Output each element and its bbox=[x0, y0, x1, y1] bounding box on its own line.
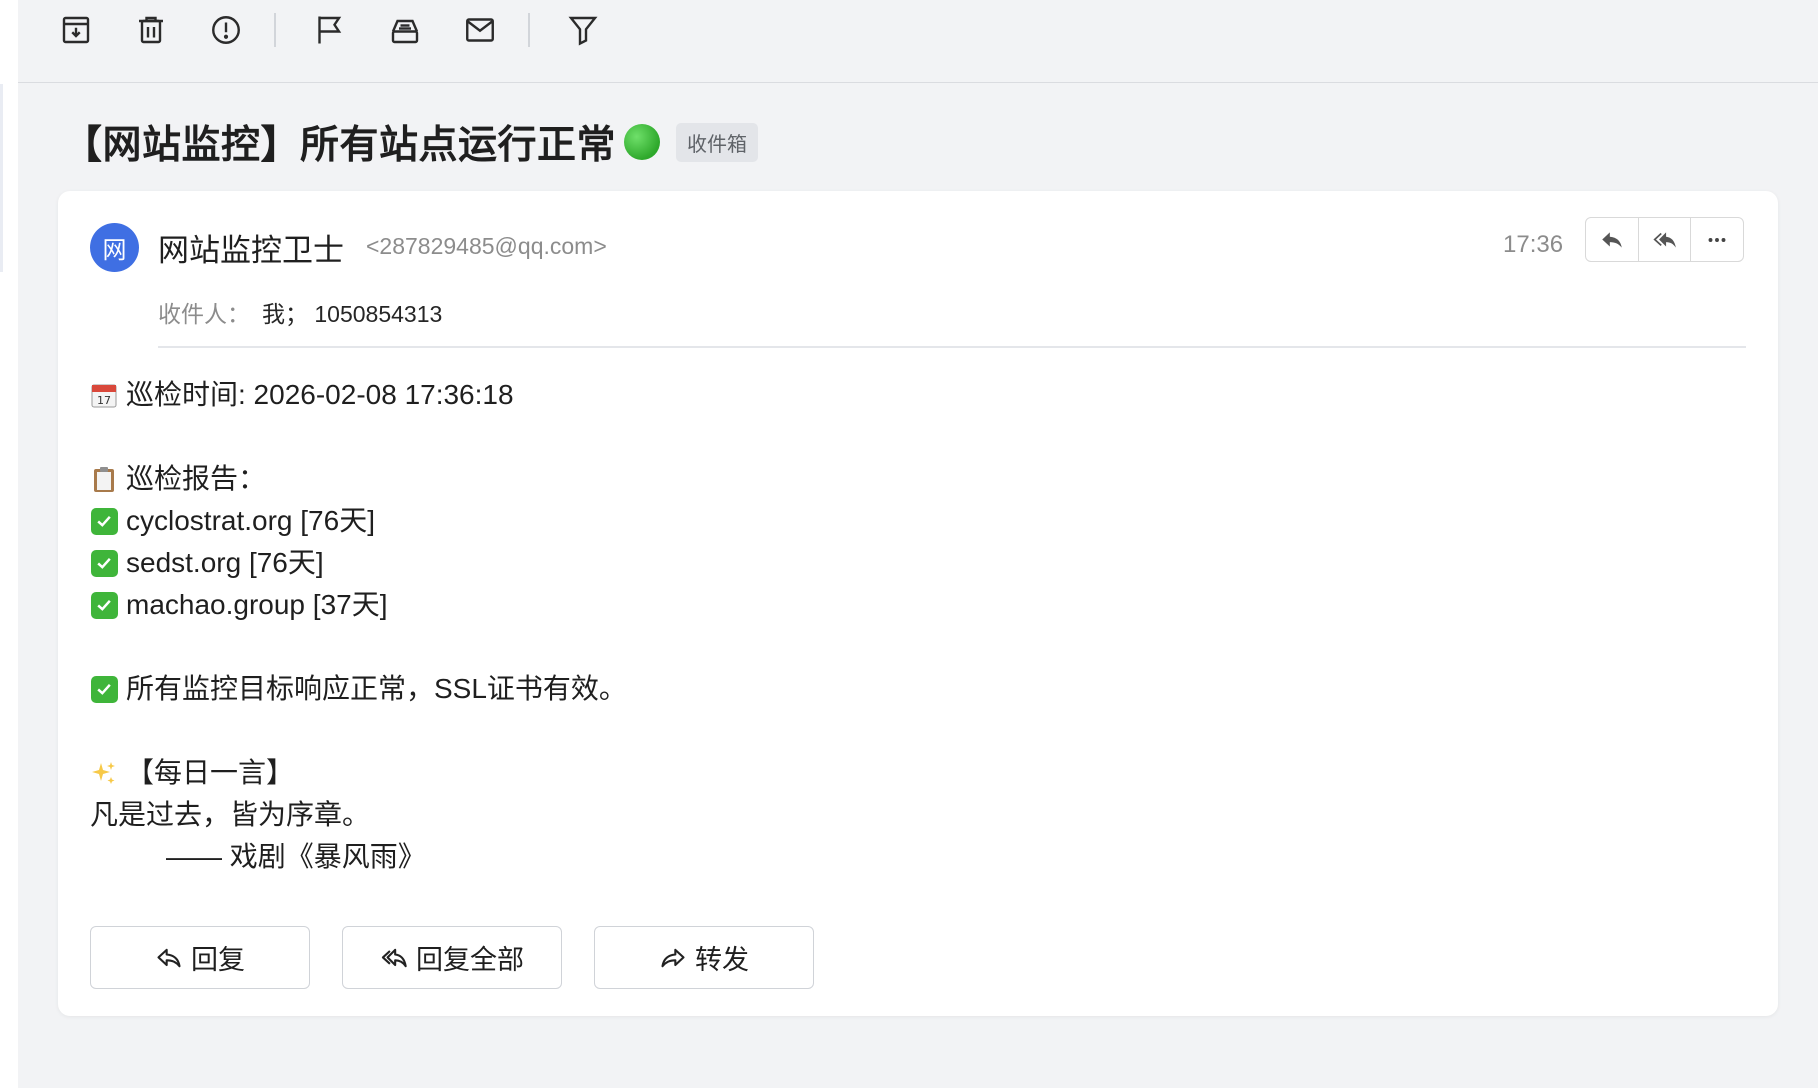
header-action-group bbox=[1585, 217, 1744, 262]
email-body: 17 巡检时间: 2026-02-08 17:36:18 巡检报告： cyclo… bbox=[90, 374, 1690, 878]
svg-text:17: 17 bbox=[97, 394, 111, 407]
header-reply-all-button[interactable] bbox=[1639, 218, 1692, 261]
report-spam-button[interactable] bbox=[204, 8, 248, 52]
site-line: cyclostrat.org [76天] bbox=[90, 500, 1690, 542]
report-heading: 巡检报告： bbox=[126, 463, 267, 494]
sparkles-icon bbox=[90, 759, 118, 787]
flag-icon bbox=[318, 16, 342, 44]
site-item: machao.group [37天] bbox=[126, 589, 388, 620]
sender-name[interactable]: 网站监控卫士 bbox=[158, 225, 344, 270]
reply-icon bbox=[157, 948, 181, 967]
check-icon bbox=[90, 507, 118, 535]
site-item: sedst.org [76天] bbox=[126, 547, 324, 578]
delete-button[interactable] bbox=[129, 8, 173, 52]
move-button[interactable] bbox=[383, 8, 427, 52]
quote-source-line: —— 戏剧《暴风雨》 bbox=[90, 836, 1690, 878]
email-card: 网 网站监控卫士 <287829485@qq.com> 收件人： 我； 1050… bbox=[58, 191, 1778, 1016]
header-reply-button[interactable] bbox=[1586, 218, 1639, 261]
check-icon bbox=[90, 675, 118, 703]
summary-text: 所有监控目标响应正常，SSL证书有效。 bbox=[126, 673, 627, 704]
quote-source: —— 戏剧《暴风雨》 bbox=[166, 841, 426, 872]
filter-icon bbox=[568, 16, 598, 46]
reply-all-icon bbox=[381, 948, 407, 967]
forward-button[interactable]: 转发 bbox=[594, 926, 814, 989]
mark-unread-icon bbox=[466, 18, 494, 42]
received-time: 17:36 bbox=[1503, 231, 1564, 258]
quote-line: 凡是过去，皆为序章。 bbox=[90, 794, 1690, 836]
quote-text: 凡是过去，皆为序章。 bbox=[90, 799, 371, 830]
reply-all-label: 回复全部 bbox=[416, 945, 524, 975]
patrol-time-line: 17 巡检时间: 2026-02-08 17:36:18 bbox=[90, 374, 1690, 416]
reply-button[interactable]: 回复 bbox=[90, 926, 310, 989]
site-line: sedst.org [76天] bbox=[90, 542, 1690, 584]
sender-email[interactable]: <287829485@qq.com> bbox=[366, 233, 607, 260]
left-edge-mark bbox=[0, 84, 3, 272]
forward-icon bbox=[661, 948, 685, 967]
email-subject: 【网站监控】所有站点运行正常 bbox=[63, 124, 617, 167]
toolbar bbox=[18, 0, 1818, 83]
header-divider bbox=[158, 346, 1746, 348]
summary-line: 所有监控目标响应正常，SSL证书有效。 bbox=[90, 668, 1690, 710]
calendar-icon: 17 bbox=[90, 381, 118, 409]
quote-heading: 【每日一言】 bbox=[126, 757, 295, 788]
quote-heading-line: 【每日一言】 bbox=[90, 752, 1690, 794]
mark-unread-button[interactable] bbox=[458, 8, 502, 52]
check-icon bbox=[90, 549, 118, 577]
patrol-time-text: 巡检时间: 2026-02-08 17:36:18 bbox=[126, 379, 514, 410]
site-line: machao.group [37天] bbox=[90, 584, 1690, 626]
mail-reader: 【网站监控】所有站点运行正常 收件箱 网 网站监控卫士 <287829485@q… bbox=[18, 0, 1818, 1088]
avatar[interactable]: 网 bbox=[90, 223, 139, 272]
flag-button[interactable] bbox=[308, 8, 352, 52]
header-more-button[interactable] bbox=[1691, 218, 1743, 261]
forward-label: 转发 bbox=[695, 945, 749, 975]
recipients-label: 收件人： bbox=[158, 301, 250, 327]
delete-icon bbox=[139, 16, 163, 44]
archive-icon bbox=[62, 16, 90, 44]
reply-all-button[interactable]: 回复全部 bbox=[342, 926, 562, 989]
site-item: cyclostrat.org [76天] bbox=[126, 505, 375, 536]
folder-tag[interactable]: 收件箱 bbox=[676, 122, 759, 162]
toolbar-separator bbox=[274, 13, 276, 47]
filter-button[interactable] bbox=[561, 8, 605, 52]
archive-button[interactable] bbox=[54, 8, 98, 52]
spam-icon bbox=[212, 16, 240, 44]
toolbar-separator bbox=[528, 13, 530, 47]
recipients-value[interactable]: 我； 1050854313 bbox=[262, 295, 442, 329]
green-circle-icon bbox=[624, 124, 661, 160]
subject-row: 【网站监控】所有站点运行正常 收件箱 bbox=[63, 112, 759, 172]
report-heading-line: 巡检报告： bbox=[90, 458, 1690, 500]
more-icon bbox=[1708, 237, 1726, 242]
clipboard-icon bbox=[90, 465, 118, 493]
left-edge-strip bbox=[0, 0, 18, 1088]
reply-label: 回复 bbox=[191, 945, 245, 975]
move-icon bbox=[391, 19, 419, 44]
check-icon bbox=[90, 591, 118, 619]
reply-all-icon bbox=[1652, 231, 1676, 248]
reply-icon bbox=[1602, 231, 1622, 248]
